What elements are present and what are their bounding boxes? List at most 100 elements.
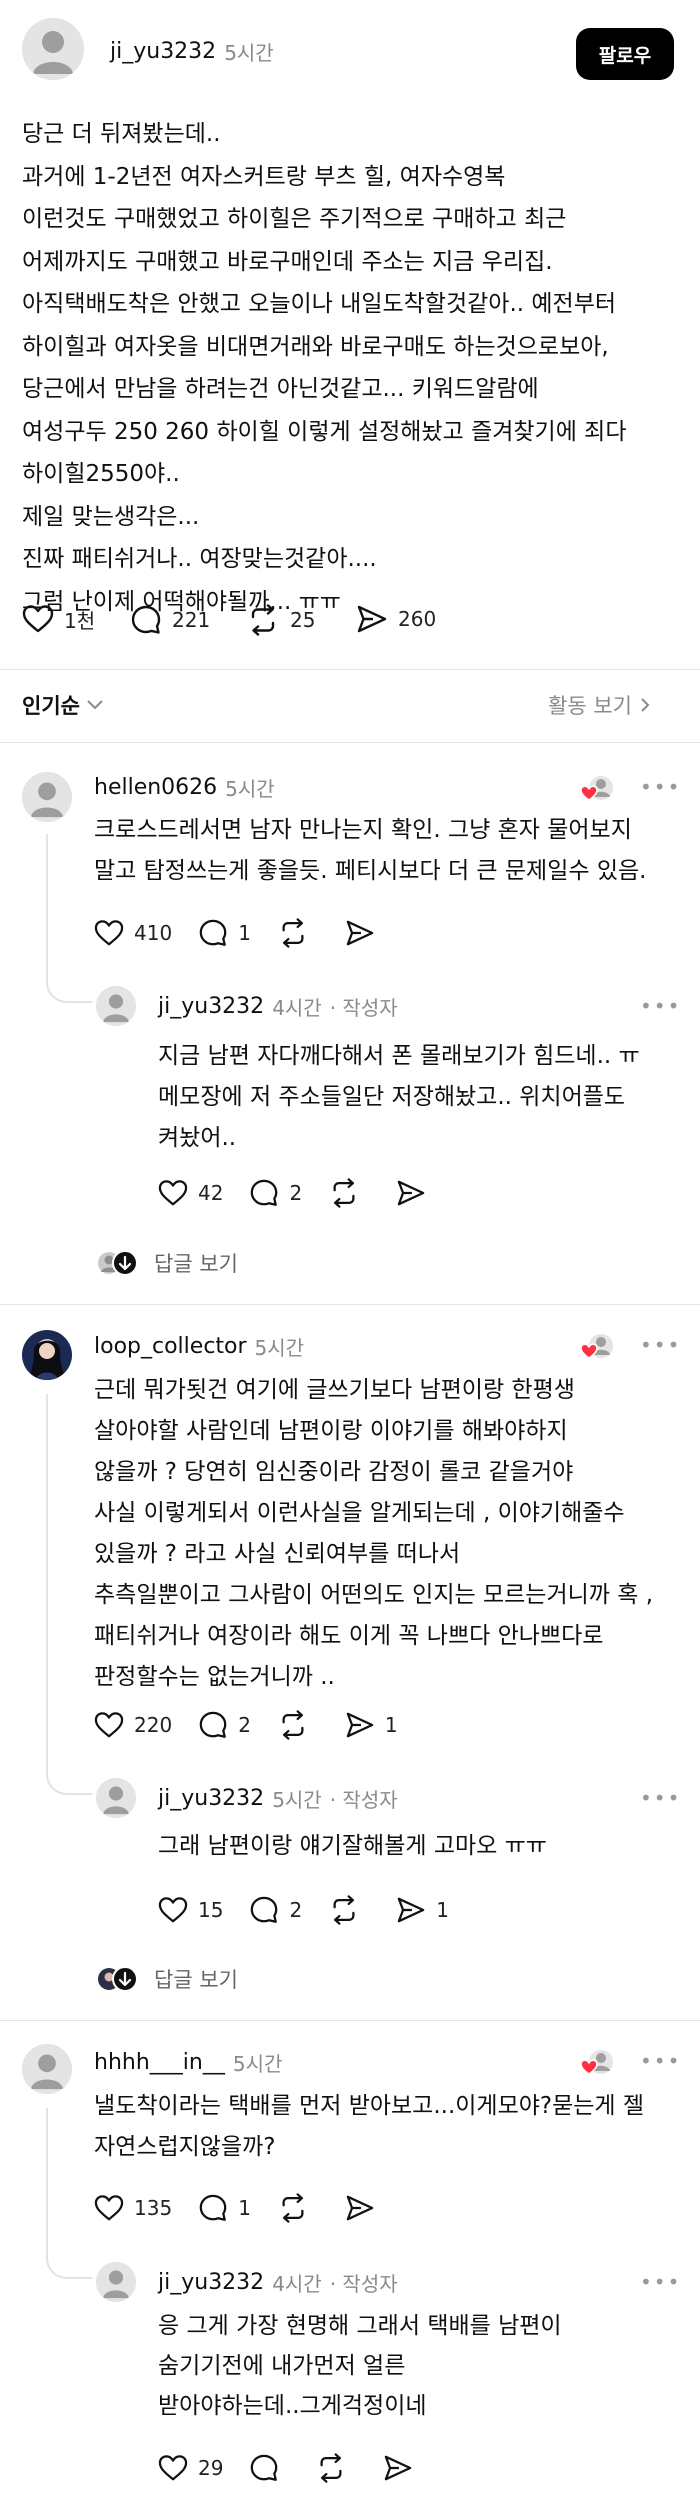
heart-icon[interactable] [22, 604, 54, 634]
repost-action[interactable] [315, 2453, 357, 2483]
more-options-icon[interactable]: ••• [640, 1786, 681, 1810]
repost-icon[interactable] [328, 1178, 360, 1208]
comment-icon[interactable] [249, 1178, 279, 1208]
repost-action[interactable] [328, 1178, 370, 1208]
comment-action[interactable]: 2 [198, 1710, 251, 1740]
share-action[interactable] [345, 2194, 385, 2222]
comment-avatar[interactable] [22, 1330, 72, 1380]
repost-icon[interactable] [315, 2453, 347, 2483]
send-icon[interactable] [396, 1896, 426, 1924]
heart-icon[interactable] [158, 2454, 188, 2482]
activity-link[interactable]: 활동 보기 [548, 688, 650, 722]
heart-icon[interactable] [94, 1711, 124, 1739]
send-icon[interactable] [383, 2454, 413, 2482]
reply-actions: 15 2 1 [158, 1895, 449, 1925]
like-action[interactable]: 29 [158, 2454, 223, 2482]
heart-icon[interactable] [158, 1179, 188, 1207]
repost-action[interactable] [277, 2193, 319, 2223]
post-username[interactable]: ji_yu3232 [110, 39, 216, 64]
view-replies-link[interactable]: 답글 보기 [96, 1964, 238, 1994]
thread-connector [46, 2246, 92, 2279]
share-action[interactable] [396, 1179, 436, 1207]
comment-action[interactable]: 2 [249, 1895, 302, 1925]
comment-icon[interactable] [249, 2453, 279, 2483]
comment-icon[interactable] [249, 1895, 279, 1925]
reply-username[interactable]: ji_yu3232 [158, 1786, 264, 1811]
comment-username[interactable]: loop_collector [94, 1334, 247, 1359]
send-icon[interactable] [396, 1179, 426, 1207]
like-action[interactable]: 135 [94, 2194, 172, 2222]
like-action[interactable]: 15 [158, 1896, 223, 1924]
repost-icon[interactable] [328, 1895, 360, 1925]
like-action[interactable]: 220 [94, 1711, 172, 1739]
comment-action[interactable]: 221 [130, 604, 210, 636]
repost-action[interactable] [328, 1895, 370, 1925]
post-time: 5시간 [224, 40, 274, 65]
reply-avatar[interactable] [96, 2262, 136, 2302]
reply-header: ji_yu3232 4시간 · 작성자 [158, 2267, 398, 2297]
reply-avatar[interactable] [96, 1778, 136, 1818]
send-icon[interactable] [345, 919, 375, 947]
post-avatar[interactable] [22, 18, 84, 80]
comment-action[interactable]: 2 [249, 1178, 302, 1208]
repost-icon[interactable] [277, 1710, 309, 1740]
share-action[interactable] [345, 919, 385, 947]
comment-avatar[interactable] [22, 772, 72, 822]
activity-label: 활동 보기 [548, 694, 632, 718]
like-action[interactable]: 1천 [22, 604, 95, 634]
comment-count: 2 [238, 1713, 251, 1737]
view-replies-label: 답글 보기 [154, 1252, 238, 1276]
comment-count: 2 [289, 1898, 303, 1922]
comment-avatar[interactable] [22, 2044, 72, 2094]
chevron-right-icon [640, 697, 650, 713]
comment-action[interactable]: 1 [198, 918, 251, 948]
repost-icon[interactable] [277, 2193, 309, 2223]
send-icon[interactable] [345, 2194, 375, 2222]
more-options-icon[interactable]: ••• [640, 1333, 681, 1357]
more-options-icon[interactable]: ••• [640, 994, 681, 1018]
share-action[interactable] [383, 2454, 423, 2482]
more-options-icon[interactable]: ••• [640, 2270, 681, 2294]
heart-icon[interactable] [94, 2194, 124, 2222]
repost-action[interactable]: 25 [246, 604, 315, 636]
repost-action[interactable] [277, 918, 319, 948]
more-options-icon[interactable]: ••• [640, 2049, 681, 2073]
author-tag: · 작성자 [329, 1787, 398, 1812]
comment-icon[interactable] [198, 2193, 228, 2223]
comment-action[interactable] [249, 2453, 289, 2483]
like-action[interactable]: 42 [158, 1179, 223, 1207]
follow-button[interactable]: 팔로우 [576, 28, 674, 80]
comment-username[interactable]: hhhh___in__ [94, 2050, 225, 2075]
send-icon[interactable] [356, 604, 388, 634]
reply-header: ji_yu3232 4시간 · 작성자 [158, 991, 398, 1021]
send-icon[interactable] [345, 1711, 375, 1739]
comment-action[interactable]: 1 [198, 2193, 251, 2223]
comment-icon[interactable] [198, 918, 228, 948]
sort-dropdown[interactable]: 인기순 [22, 688, 104, 722]
heart-icon[interactable] [158, 1896, 188, 1924]
reply-avatar[interactable] [96, 986, 136, 1026]
comment-body: 근데 뭐가됫건 여기에 글쓰기보다 남편이랑 한평생 살아야할 사람인데 남편이… [94, 1377, 654, 1690]
heart-icon[interactable] [94, 919, 124, 947]
comment-icon[interactable] [130, 604, 162, 636]
share-action[interactable]: 260 [356, 604, 436, 634]
share-action[interactable]: 1 [396, 1896, 449, 1924]
comment-icon[interactable] [198, 1710, 228, 1740]
share-count: 1 [436, 1898, 449, 1922]
like-action[interactable]: 410 [94, 919, 172, 947]
comment-username[interactable]: hellen0626 [94, 775, 217, 800]
comment-actions: 135 1 [94, 2193, 385, 2223]
thread-connector [46, 970, 92, 1003]
comment-time: 5시간 [225, 776, 275, 801]
comment-count: 2 [289, 1181, 303, 1205]
more-options-icon[interactable]: ••• [640, 775, 681, 799]
reply-username[interactable]: ji_yu3232 [158, 2270, 264, 2295]
repost-action[interactable] [277, 1710, 319, 1740]
post-body: 당근 더 뒤져봤는데.. 과거에 1-2년전 여자스커트랑 부츠 힐, 여자수영… [22, 121, 627, 615]
reply-username[interactable]: ji_yu3232 [158, 994, 264, 1019]
share-action[interactable]: 1 [345, 1711, 398, 1739]
view-replies-link[interactable]: 답글 보기 [96, 1248, 238, 1278]
comment-body: 크로스드레서면 남자 만나는지 확인. 그냥 혼자 물어보지 말고 탐정쓰는게 … [94, 817, 647, 884]
repost-icon[interactable] [246, 604, 280, 636]
repost-icon[interactable] [277, 918, 309, 948]
